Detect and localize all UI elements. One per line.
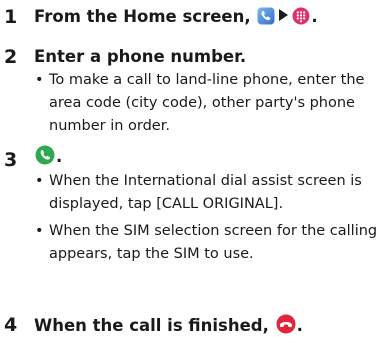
call-button-icon <box>35 145 55 171</box>
step-number: 2 <box>4 46 18 68</box>
step-title-text: When the call is finished, <box>34 316 275 335</box>
bullet-item: When the SIM selection screen for the ca… <box>34 220 379 266</box>
step-number: 1 <box>4 6 18 28</box>
step-title: . <box>34 145 62 171</box>
step-title-text: From the Home screen, <box>34 7 257 26</box>
step-title: When the call is finished, . <box>34 314 303 340</box>
step-number: 4 <box>4 314 18 336</box>
step-bullets: To make a call to land-line phone, enter… <box>34 69 379 138</box>
step-number: 3 <box>4 149 18 171</box>
bullet-item: When the International dial assist scree… <box>34 170 379 216</box>
end-call-icon <box>276 314 296 340</box>
step-title: Enter a phone number. <box>34 47 247 66</box>
arrow-right-icon <box>279 9 289 21</box>
phone-app-icon <box>257 7 275 31</box>
bullet-item: To make a call to land-line phone, enter… <box>34 69 379 138</box>
dialpad-icon <box>292 7 310 31</box>
step-title: From the Home screen, . <box>34 6 318 31</box>
step-title-period: . <box>311 7 318 26</box>
step-title-period: . <box>56 147 63 166</box>
step-bullets: When the International dial assist scree… <box>34 170 379 266</box>
step-title-period: . <box>296 316 303 335</box>
